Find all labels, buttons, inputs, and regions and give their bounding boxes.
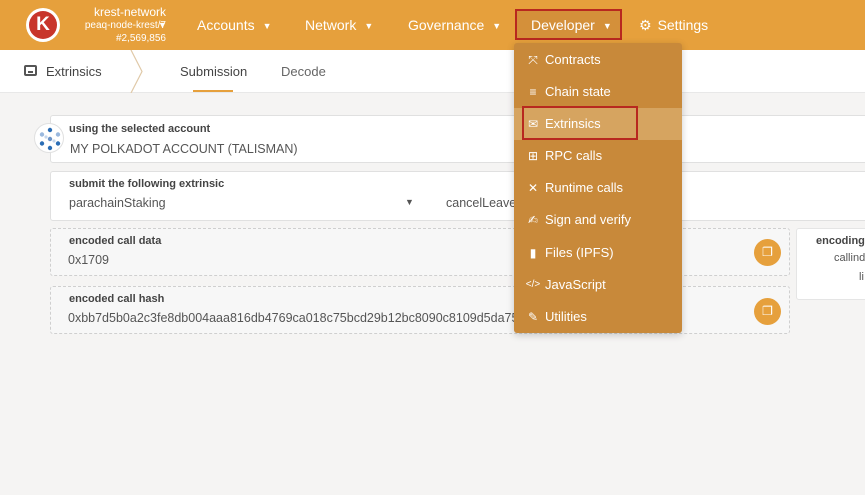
encoding-label: encoding — [816, 235, 865, 247]
menu-item-sign-and-verify[interactable]: ✍ Sign and verify — [514, 204, 682, 236]
extrinsic-selector: submit the following extrinsic parachain… — [50, 171, 865, 221]
copy-icon: ❐ — [762, 245, 773, 259]
account-avatar — [34, 123, 64, 153]
copy-call-hash-button[interactable]: ❐ — [754, 298, 781, 325]
menu-item-contracts[interactable]: ⤧ Contracts — [514, 44, 682, 76]
menu-item-label: Utilities — [545, 309, 587, 324]
extrinsics-icon — [24, 65, 37, 76]
chevron-down-icon[interactable]: ▼ — [405, 197, 414, 207]
menu-item-javascript[interactable]: </> JavaScript — [514, 269, 682, 301]
tab-submission[interactable]: Submission — [180, 64, 247, 79]
menu-item-label: Chain state — [545, 84, 611, 99]
menu-item-utilities[interactable]: ✎ Utilities — [514, 301, 682, 333]
extrinsic-label: submit the following extrinsic — [69, 178, 225, 190]
menu-item-label: RPC calls — [545, 148, 603, 163]
developer-dropdown-menu: ⤧ Contracts ≡ Chain state ✉ Extrinsics ⊞… — [514, 43, 682, 333]
nav-settings-label: Settings — [657, 17, 709, 33]
block-number: #2,569,856 — [115, 33, 166, 44]
call-data-value: 0x1709 — [68, 253, 110, 267]
nav-developer-label: Developer — [531, 17, 595, 33]
menu-item-label: Contracts — [545, 52, 601, 67]
menu-item-runtime-calls[interactable]: ✕ Runtime calls — [514, 172, 682, 204]
network-icon: ⊞ — [527, 149, 539, 163]
nav-network-label: Network — [305, 17, 357, 33]
copy-icon: ❐ — [762, 304, 773, 318]
page-title: Extrinsics — [46, 64, 102, 79]
active-tab-indicator — [193, 90, 233, 92]
call-data-label: encoded call data — [69, 235, 162, 247]
menu-item-label: Runtime calls — [545, 180, 624, 195]
menu-item-label: Sign and verify — [545, 212, 631, 227]
sub-header: Extrinsics Submission Decode — [0, 50, 865, 93]
account-value: MY POLKADOT ACCOUNT (TALISMAN) — [70, 142, 298, 156]
call-hash-value: 0xbb7d5b0a2c3fe8db004aaa816db4769ca018c7… — [68, 311, 519, 325]
call-hash-label: encoded call hash — [69, 293, 165, 305]
nav-accounts[interactable]: Accounts ▼ — [197, 0, 272, 50]
account-label: using the selected account — [69, 123, 211, 135]
chain-selector[interactable]: krest-network peaq-node-krest/7 #2,569,8… — [66, 6, 166, 45]
chain-name: krest-network — [93, 5, 166, 19]
signature-icon: ✍ — [527, 213, 539, 227]
menu-item-label: Files (IPFS) — [545, 245, 614, 260]
menu-item-files-ipfs[interactable]: ▮ Files (IPFS) — [514, 237, 682, 269]
chevron-down-icon: ▼ — [262, 21, 272, 31]
wrench-icon: ✎ — [527, 310, 539, 324]
tab-decode[interactable]: Decode — [281, 64, 326, 79]
copy-call-data-button[interactable]: ❐ — [754, 239, 781, 266]
account-selector[interactable]: using the selected account MY POLKADOT A… — [50, 115, 865, 163]
nav-governance-label: Governance — [408, 17, 485, 33]
breadcrumb-separator-icon — [130, 50, 143, 93]
chevron-down-icon: ▼ — [364, 21, 374, 31]
encoding-line3: li — [859, 271, 864, 283]
menu-item-chain-state[interactable]: ≡ Chain state — [514, 76, 682, 108]
database-icon: ≡ — [529, 85, 537, 99]
chain-logo-icon: K — [29, 11, 57, 39]
code-icon: </> — [525, 279, 541, 290]
encoding-details-panel: encoding callind li — [796, 228, 865, 300]
encoding-callindex: callind — [834, 252, 865, 264]
contracts-icon: ⤧ — [528, 53, 538, 67]
file-icon: ▮ — [529, 246, 537, 260]
menu-item-rpc-calls[interactable]: ⊞ RPC calls — [514, 140, 682, 172]
chevron-down-icon: ▼ — [492, 21, 502, 31]
menu-item-label: JavaScript — [545, 277, 606, 292]
module-select[interactable]: parachainStaking — [69, 196, 166, 210]
nav-network[interactable]: Network ▼ — [305, 0, 373, 50]
nav-governance[interactable]: Governance ▼ — [408, 0, 501, 50]
nav-accounts-label: Accounts — [197, 17, 255, 33]
chevron-down-icon: ▼ — [602, 21, 612, 31]
top-bar: K krest-network peaq-node-krest/7 #2,569… — [0, 0, 865, 50]
chain-logo[interactable]: K — [26, 8, 60, 42]
extrinsics-highlight — [522, 106, 638, 140]
runtime-icon: ✕ — [527, 181, 539, 195]
chain-chevron-down-icon[interactable]: ▼ — [158, 20, 167, 30]
node-version: peaq-node-krest/7 — [84, 20, 166, 31]
